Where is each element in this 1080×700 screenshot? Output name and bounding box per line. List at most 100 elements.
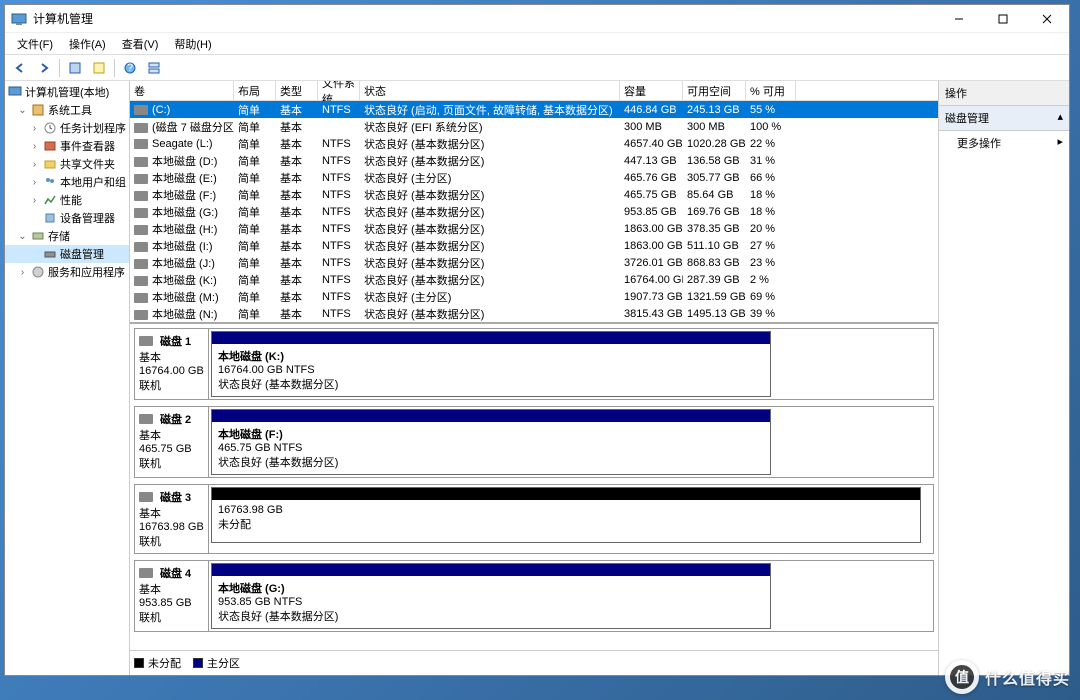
volume-list[interactable]: (C:)简单基本NTFS状态良好 (启动, 页面文件, 故障转储, 基本数据分区… [130, 101, 938, 322]
partition[interactable]: 本地磁盘 (G:)953.85 GB NTFS状态良好 (基本数据分区) [211, 563, 771, 629]
column-type[interactable]: 类型 [276, 81, 318, 100]
column-layout[interactable]: 布局 [234, 81, 276, 100]
menu-view[interactable]: 查看(V) [114, 34, 167, 54]
tree-performance[interactable]: › 性能 [5, 191, 129, 209]
tree-disk-management[interactable]: 磁盘管理 [5, 245, 129, 263]
partition-status: 状态良好 (基本数据分区) [218, 454, 764, 470]
volume-row[interactable]: 本地磁盘 (F:)简单基本NTFS状态良好 (基本数据分区)465.75 GB8… [130, 186, 938, 203]
disk-size: 953.85 GB [139, 597, 204, 609]
tree-label: 共享文件夹 [60, 156, 115, 172]
volume-row[interactable]: 本地磁盘 (H:)简单基本NTFS状态良好 (基本数据分区)1863.00 GB… [130, 220, 938, 237]
disk-name: 磁盘 4 [139, 565, 204, 581]
disk-state: 联机 [139, 455, 204, 471]
tree-device-manager[interactable]: 设备管理器 [5, 209, 129, 227]
volume-row[interactable]: 本地磁盘 (G:)简单基本NTFS状态良好 (基本数据分区)953.85 GB1… [130, 203, 938, 220]
drive-icon [134, 225, 148, 235]
collapse-icon[interactable]: ⌄ [17, 231, 28, 242]
back-button[interactable] [9, 57, 31, 79]
tree-event-viewer[interactable]: › 事件查看器 [5, 137, 129, 155]
drive-icon [134, 310, 148, 320]
actions-group-disk[interactable]: 磁盘管理 ▴ [939, 106, 1069, 131]
column-percent[interactable]: % 可用 [746, 81, 796, 100]
expand-icon[interactable]: › [29, 177, 40, 188]
drive-icon [134, 259, 148, 269]
tree-local-users[interactable]: › 本地用户和组 [5, 173, 129, 191]
menu-file[interactable]: 文件(F) [9, 34, 61, 54]
expand-icon[interactable]: › [29, 195, 40, 206]
collapse-icon[interactable]: ⌄ [17, 105, 28, 116]
disk-state: 联机 [139, 377, 204, 393]
storage-icon [30, 228, 46, 244]
users-icon [42, 174, 58, 190]
disk-block[interactable]: 磁盘 2基本465.75 GB联机本地磁盘 (F:)465.75 GB NTFS… [134, 406, 934, 478]
drive-icon [134, 242, 148, 252]
volume-row[interactable]: 本地磁盘 (N:)简单基本NTFS状态良好 (基本数据分区)3815.43 GB… [130, 305, 938, 322]
drive-icon [134, 123, 148, 133]
drive-icon [134, 105, 148, 115]
partition[interactable]: 16763.98 GB未分配 [211, 487, 921, 543]
volume-row[interactable]: 本地磁盘 (D:)简单基本NTFS状态良好 (基本数据分区)447.13 GB1… [130, 152, 938, 169]
app-window: 计算机管理 文件(F) 操作(A) 查看(V) 帮助(H) ? 计算机管理(本地… [4, 4, 1070, 676]
disk-block[interactable]: 磁盘 1基本16764.00 GB联机本地磁盘 (K:)16764.00 GB … [134, 328, 934, 400]
column-volume[interactable]: 卷 [130, 81, 234, 100]
expand-icon[interactable]: › [17, 267, 28, 278]
volume-row[interactable]: 本地磁盘 (M:)简单基本NTFS状态良好 (主分区)1907.73 GB132… [130, 288, 938, 305]
volume-row[interactable]: 本地磁盘 (I:)简单基本NTFS状态良好 (基本数据分区)1863.00 GB… [130, 237, 938, 254]
actions-panel: 操作 磁盘管理 ▴ 更多操作 ▸ [939, 81, 1069, 675]
actions-more[interactable]: 更多操作 ▸ [939, 131, 1069, 155]
volume-row[interactable]: Seagate (L:)简单基本NTFS状态良好 (基本数据分区)4657.40… [130, 135, 938, 152]
tree-task-scheduler[interactable]: › 任务计划程序 [5, 119, 129, 137]
partition-size: 16764.00 GB NTFS [218, 364, 764, 376]
partition-label: 本地磁盘 (F:) [218, 426, 764, 442]
close-button[interactable] [1025, 5, 1069, 33]
column-status[interactable]: 状态 [360, 81, 620, 100]
drive-icon [134, 276, 148, 286]
tree-shared-folders[interactable]: › 共享文件夹 [5, 155, 129, 173]
view-split-button[interactable] [143, 57, 165, 79]
minimize-button[interactable] [937, 5, 981, 33]
expand-icon[interactable]: › [29, 123, 40, 134]
expand-icon[interactable]: › [29, 159, 40, 170]
drive-icon [134, 191, 148, 201]
help-button[interactable]: ? [119, 57, 141, 79]
menu-action[interactable]: 操作(A) [61, 34, 114, 54]
tree-system-tools[interactable]: ⌄ 系统工具 [5, 101, 129, 119]
drive-icon [134, 139, 148, 149]
volume-row[interactable]: 本地磁盘 (K:)简单基本NTFS状态良好 (基本数据分区)16764.00 G… [130, 271, 938, 288]
disk-type: 基本 [139, 427, 204, 443]
disk-partitions: 本地磁盘 (K:)16764.00 GB NTFS状态良好 (基本数据分区) [209, 329, 933, 399]
partition-header [212, 564, 770, 576]
column-free[interactable]: 可用空间 [683, 81, 746, 100]
volume-row[interactable]: 本地磁盘 (J:)简单基本NTFS状态良好 (基本数据分区)3726.01 GB… [130, 254, 938, 271]
navigation-tree[interactable]: 计算机管理(本地) ⌄ 系统工具 › 任务计划程序 › 事件查看器 › 共享文件… [5, 81, 130, 675]
refresh-button[interactable] [64, 57, 86, 79]
partition[interactable]: 本地磁盘 (K:)16764.00 GB NTFS状态良好 (基本数据分区) [211, 331, 771, 397]
volume-row[interactable]: (磁盘 7 磁盘分区 1)简单基本状态良好 (EFI 系统分区)300 MB30… [130, 118, 938, 135]
menu-help[interactable]: 帮助(H) [166, 34, 219, 54]
partition-status: 未分配 [218, 516, 914, 532]
legend-unallocated: 未分配 [134, 655, 181, 671]
event-icon [42, 138, 58, 154]
disk-info: 磁盘 3基本16763.98 GB联机 [135, 485, 209, 553]
expand-icon[interactable]: › [29, 141, 40, 152]
partition[interactable]: 本地磁盘 (F:)465.75 GB NTFS状态良好 (基本数据分区) [211, 409, 771, 475]
folder-shared-icon [42, 156, 58, 172]
disk-name: 磁盘 2 [139, 411, 204, 427]
volume-row[interactable]: 本地磁盘 (E:)简单基本NTFS状态良好 (主分区)465.76 GB305.… [130, 169, 938, 186]
volume-row[interactable]: (C:)简单基本NTFS状态良好 (启动, 页面文件, 故障转储, 基本数据分区… [130, 101, 938, 118]
disk-block[interactable]: 磁盘 3基本16763.98 GB联机16763.98 GB未分配 [134, 484, 934, 554]
disk-block[interactable]: 磁盘 4基本953.85 GB联机本地磁盘 (G:)953.85 GB NTFS… [134, 560, 934, 632]
partition-header [212, 488, 920, 500]
tree-storage[interactable]: ⌄ 存储 [5, 227, 129, 245]
column-filesystem[interactable]: 文件系统 [318, 81, 360, 100]
legend-swatch-black [134, 658, 144, 668]
forward-button[interactable] [33, 57, 55, 79]
tree-label: 任务计划程序 [60, 120, 126, 136]
disk-graphical-view[interactable]: 磁盘 1基本16764.00 GB联机本地磁盘 (K:)16764.00 GB … [130, 322, 938, 650]
tree-root[interactable]: 计算机管理(本地) [5, 83, 129, 101]
disk-type: 基本 [139, 505, 204, 521]
properties-button[interactable] [88, 57, 110, 79]
column-capacity[interactable]: 容量 [620, 81, 683, 100]
tree-services[interactable]: › 服务和应用程序 [5, 263, 129, 281]
maximize-button[interactable] [981, 5, 1025, 33]
